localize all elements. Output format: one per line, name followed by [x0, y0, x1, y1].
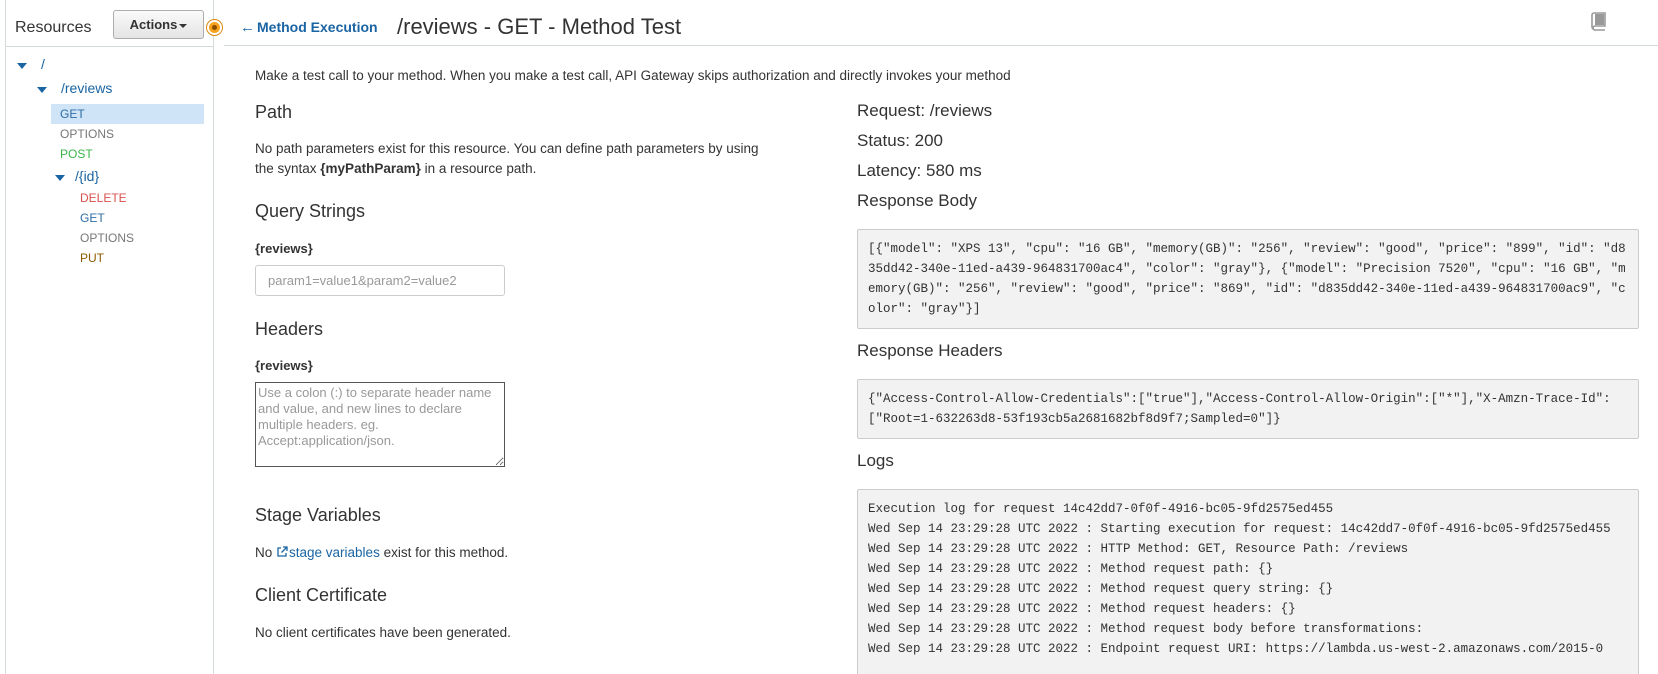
resources-panel: Resources Actions / /reviews GET OPTIONS…: [0, 0, 213, 674]
log-line: Wed Sep 14 23:29:28 UTC 2022 : Method re…: [868, 582, 1334, 596]
method-label: DELETE: [80, 191, 127, 205]
expand-toggle-icon[interactable]: [55, 174, 65, 181]
log-line: Wed Sep 14 23:29:28 UTC 2022 : HTTP Meth…: [868, 542, 1409, 556]
resource-link-reviews[interactable]: /reviews: [61, 80, 112, 96]
method-label: PUT: [80, 251, 104, 265]
log-line: Wed Sep 14 23:29:28 UTC 2022 : Starting …: [868, 522, 1611, 536]
log-line: Wed Sep 14 23:29:28 UTC 2022 : Method re…: [868, 562, 1274, 576]
stage-variables-text: No stage variables exist for this method…: [255, 543, 508, 563]
response-latency: Latency: 580 ms: [857, 161, 982, 180]
external-link-icon: [277, 546, 288, 557]
request-path: Request: /reviews: [857, 101, 993, 120]
logs-heading: Logs: [857, 451, 894, 470]
expand-toggle-icon[interactable]: [17, 62, 27, 69]
resource-link-root[interactable]: /: [41, 56, 45, 72]
method-delete-id[interactable]: DELETE: [71, 188, 127, 208]
log-line: Wed Sep 14 23:29:28 UTC 2022 : Method re…: [868, 622, 1424, 636]
page-title: /reviews - GET - Method Test: [397, 14, 682, 39]
actions-label: Actions: [129, 17, 178, 32]
headers-heading: Headers: [255, 319, 324, 339]
query-strings-input[interactable]: [255, 265, 505, 296]
method-label: POST: [60, 147, 93, 161]
client-certificate-heading: Client Certificate: [255, 585, 388, 605]
query-field-label: {reviews}: [255, 241, 313, 256]
path-text-line2c: in a resource path.: [420, 161, 537, 176]
response-headers-heading: Response Headers: [857, 341, 1003, 360]
path-text-line2a: the syntax: [255, 161, 321, 176]
panel-resize-handle-icon[interactable]: [207, 20, 222, 35]
panel-edge: [5, 0, 6, 674]
client-certificate-text: No client certificates have been generat…: [255, 625, 511, 640]
stage-text-b: exist for this method.: [379, 545, 509, 560]
tree-node-root[interactable]: /: [17, 54, 45, 74]
headers-textarea[interactable]: [255, 382, 505, 467]
headers-field-label: {reviews}: [255, 358, 313, 373]
book-icon[interactable]: [1589, 11, 1609, 31]
log-line: Wed Sep 14 23:29:28 UTC 2022 : Method re…: [868, 602, 1296, 616]
actions-dropdown-button[interactable]: Actions: [113, 10, 204, 39]
expand-toggle-icon[interactable]: [37, 86, 47, 93]
resources-title: Resources: [15, 19, 92, 36]
method-post-reviews[interactable]: POST: [51, 144, 93, 164]
query-strings-heading: Query Strings: [255, 201, 366, 221]
method-options-id[interactable]: OPTIONS: [71, 228, 134, 248]
path-heading: Path: [255, 102, 293, 122]
path-description: No path parameters exist for this resour…: [255, 139, 795, 179]
method-options-reviews[interactable]: OPTIONS: [51, 124, 114, 144]
stage-text-a: No: [255, 545, 277, 560]
response-headers-box: {"Access-Control-Allow-Credentials":["tr…: [857, 379, 1639, 439]
tree-node-reviews[interactable]: /reviews: [37, 78, 112, 98]
panel-border: [213, 0, 214, 674]
tree-node-id[interactable]: /{id}: [55, 166, 99, 186]
method-label: GET: [60, 107, 85, 121]
method-label: OPTIONS: [60, 127, 115, 141]
method-label: OPTIONS: [80, 231, 135, 245]
method-put-id[interactable]: PUT: [71, 248, 104, 268]
log-line: Execution log for request 14c42dd7-0f0f-…: [868, 502, 1334, 516]
caret-down-icon: [179, 23, 188, 28]
logs-box[interactable]: Execution log for request 14c42dd7-0f0f-…: [857, 489, 1639, 674]
resource-link-id[interactable]: /{id}: [75, 168, 99, 184]
arrow-left-icon: ←: [240, 19, 255, 36]
header-divider: [224, 45, 1658, 46]
panel-divider: [5, 46, 213, 47]
path-text-line1: No path parameters exist for this resour…: [255, 141, 759, 156]
path-param-syntax: {myPathParam}: [320, 161, 421, 176]
method-get-id[interactable]: GET: [71, 208, 105, 228]
method-label: GET: [80, 211, 105, 225]
stage-variables-link[interactable]: stage variables: [289, 545, 380, 560]
response-body-box: [{"model": "XPS 13", "cpu": "16 GB", "me…: [857, 229, 1639, 329]
response-body-heading: Response Body: [857, 191, 978, 210]
back-to-method-execution-link[interactable]: ← Method Execution: [240, 19, 378, 36]
response-status: Status: 200: [857, 131, 944, 150]
intro-text: Make a test call to your method. When yo…: [255, 68, 1011, 83]
log-line: Wed Sep 14 23:29:28 UTC 2022 : Endpoint …: [868, 642, 1604, 656]
back-link-label: Method Execution: [257, 19, 378, 35]
stage-variables-heading: Stage Variables: [255, 505, 381, 525]
method-get-reviews[interactable]: GET: [51, 104, 204, 124]
